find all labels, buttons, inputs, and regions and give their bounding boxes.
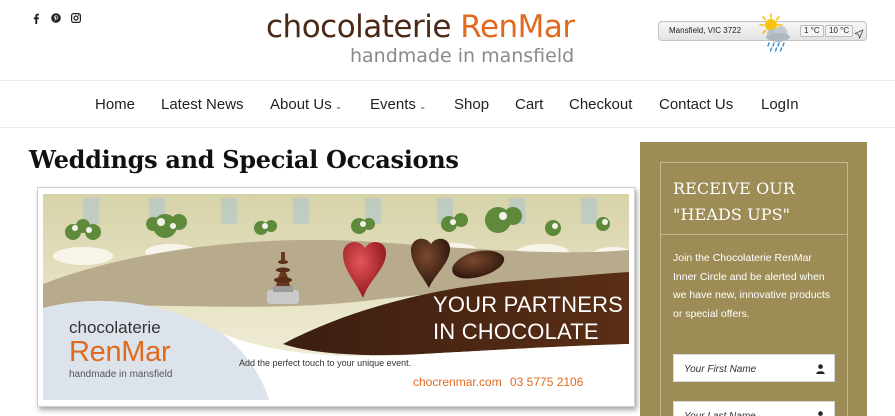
nav-item-login[interactable]: LogIn: [761, 96, 799, 113]
newsletter-description-line: or special offers.: [673, 307, 750, 320]
nav-item-home[interactable]: Home: [95, 96, 135, 113]
nav-item-label: Events: [370, 96, 416, 113]
logo-wordmark: chocolaterie RenMar: [266, 8, 575, 46]
newsletter-divider: [661, 234, 847, 235]
location-arrow-icon[interactable]: [854, 26, 864, 39]
nav-item-label: Contact Us: [659, 96, 734, 113]
banner-image: YOUR PARTNERS IN CHOCOLATE chocolaterie …: [43, 194, 629, 400]
first-name-field[interactable]: [673, 354, 835, 382]
banner-brand-subtitle: handmade in mansfield: [69, 369, 173, 380]
logo-subtitle: handmade in mansfield: [350, 45, 575, 67]
site-logo[interactable]: chocolaterie RenMar handmade in mansfiel…: [266, 8, 586, 68]
chevron-down-icon: ⌄: [334, 101, 343, 111]
user-icon: [816, 364, 825, 374]
nav-item-events[interactable]: Events ⌄: [370, 96, 426, 113]
nav-item-label: About Us: [270, 96, 332, 113]
instagram-icon[interactable]: [70, 12, 82, 24]
banner-website: chocrenmar.com: [413, 375, 502, 389]
logo-wordmark-part1: chocolaterie: [266, 9, 461, 45]
social-links: [30, 12, 82, 24]
banner-brand-name: chocolaterie: [69, 318, 161, 337]
nav-item-shop[interactable]: Shop: [454, 96, 489, 113]
last-name-field[interactable]: [673, 401, 835, 416]
weather-temp-low[interactable]: 1 °C: [800, 25, 824, 37]
facebook-icon[interactable]: [30, 12, 42, 24]
site-header: chocolaterie RenMar handmade in mansfiel…: [0, 0, 895, 80]
banner-tagline: Add the perfect touch to your unique eve…: [239, 358, 412, 368]
banner-phone: 03 5775 2106: [510, 375, 584, 389]
weather-temp-high[interactable]: 10 °C: [825, 25, 854, 37]
pinterest-icon[interactable]: [50, 12, 62, 24]
main-nav: Home Latest News About Us ⌄ Events ⌄ Shop …: [0, 80, 895, 128]
newsletter-sidebar: RECEIVE OUR "HEADS UPS" Join the Chocola…: [640, 142, 867, 416]
user-icon: [818, 411, 823, 416]
nav-item-label: Checkout: [569, 96, 633, 113]
event-banner: YOUR PARTNERS IN CHOCOLATE chocolaterie …: [37, 187, 635, 407]
last-name-input[interactable]: [684, 408, 804, 416]
logo-wordmark-part2: RenMar: [460, 9, 575, 45]
nav-item-about-us[interactable]: About Us ⌄: [270, 96, 342, 113]
banner-brand-mark: RenMar: [69, 336, 171, 368]
banner-headline-line2: IN CHOCOLATE: [433, 319, 599, 344]
nav-item-checkout[interactable]: Checkout: [569, 96, 632, 113]
chevron-down-icon: ⌄: [418, 101, 427, 111]
page-title: Weddings and Special Occasions: [29, 145, 459, 174]
newsletter-title-line2: "HEADS UPS": [673, 205, 791, 224]
nav-item-latest-news[interactable]: Latest News: [161, 96, 244, 113]
newsletter-description-line: we have new, innovative products: [673, 289, 831, 301]
first-name-input[interactable]: [684, 361, 804, 377]
newsletter-description: Join the Chocolaterie RenMar Inner Circl…: [673, 249, 839, 323]
newsletter-box: RECEIVE OUR "HEADS UPS" Join the Chocola…: [660, 162, 848, 416]
newsletter-title-line1: RECEIVE OUR: [673, 179, 796, 198]
nav-item-cart[interactable]: Cart: [515, 96, 543, 113]
nav-item-label: Home: [95, 96, 136, 113]
nav-item-contact-us[interactable]: Contact Us: [659, 96, 733, 113]
newsletter-description-line: Join the Chocolaterie RenMar: [673, 252, 812, 264]
weather-location: Mansfield, VIC 3722: [669, 26, 742, 35]
newsletter-description-line: Inner Circle and be alerted when: [673, 270, 825, 283]
nav-item-label: LogIn: [761, 96, 799, 113]
nav-item-label: Latest News: [161, 96, 244, 113]
nav-item-label: Cart: [515, 96, 544, 113]
partly-cloudy-rain-icon: [755, 12, 795, 54]
nav-item-label: Shop: [454, 96, 490, 113]
banner-headline-line1: YOUR PARTNERS: [433, 292, 624, 317]
